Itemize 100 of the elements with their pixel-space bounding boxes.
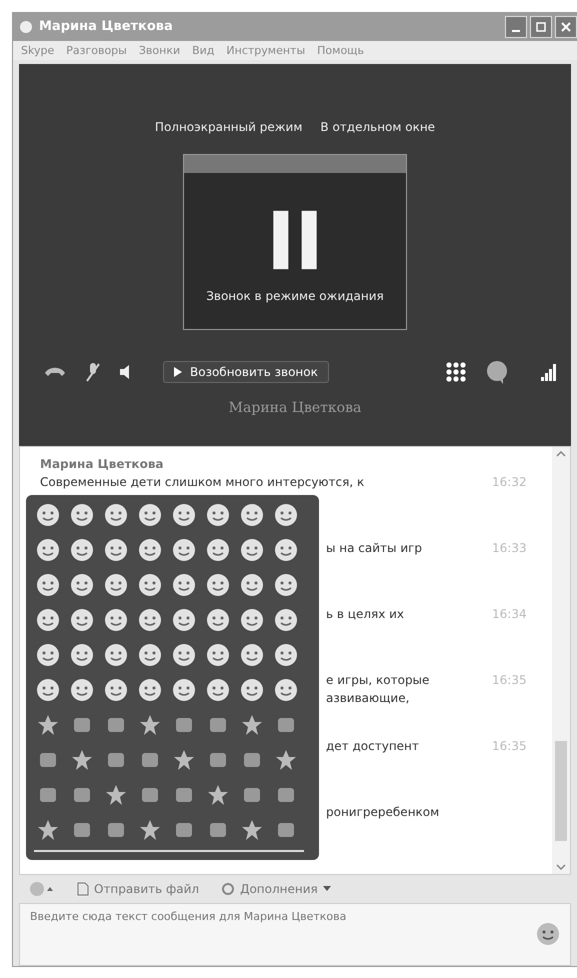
smiley-icon[interactable]: [104, 678, 128, 702]
message-time: 16:35: [492, 739, 528, 753]
smiley-icon[interactable]: [172, 503, 196, 527]
emoticon-menu-button[interactable]: [29, 880, 55, 897]
star-icon[interactable]: [240, 818, 264, 842]
star-icon[interactable]: [206, 783, 230, 807]
play-icon: [174, 367, 182, 378]
caret-icon: [322, 886, 331, 892]
smiley-icon[interactable]: [138, 573, 162, 597]
smiley-icon[interactable]: [206, 643, 230, 667]
smiley-icon[interactable]: [138, 503, 162, 527]
scroll-down-icon[interactable]: [556, 864, 566, 870]
smiley-icon[interactable]: [104, 643, 128, 667]
smiley-icon[interactable]: [172, 538, 196, 562]
smiley-icon[interactable]: [70, 608, 94, 632]
smiley-icon[interactable]: [274, 678, 298, 702]
smiley-icon[interactable]: [274, 538, 298, 562]
smiley-icon[interactable]: [138, 538, 162, 562]
smiley-icon[interactable]: [274, 643, 298, 667]
extras-button[interactable]: Дополнения: [221, 882, 331, 896]
chat-bubble-button[interactable]: [485, 360, 509, 384]
smiley-icon[interactable]: [274, 573, 298, 597]
smiley-icon[interactable]: [172, 678, 196, 702]
smiley-icon[interactable]: [70, 503, 94, 527]
message-time: 16:35: [492, 673, 528, 687]
send-file-button[interactable]: Отправить файл: [77, 882, 200, 896]
smiley-icon[interactable]: [206, 503, 230, 527]
menu-item[interactable]: Разговоры: [66, 44, 127, 58]
resume-call-button[interactable]: Возобновить звонок: [163, 361, 329, 384]
maximize-icon: [536, 22, 546, 32]
star-icon[interactable]: [138, 713, 162, 737]
message-text: Современные дети слишком много интерсуются, к: [40, 475, 366, 489]
menu-item[interactable]: Помощь: [317, 44, 364, 58]
smiley-icon[interactable]: [138, 678, 162, 702]
smiley-icon[interactable]: [36, 678, 60, 702]
star-icon[interactable]: [36, 713, 60, 737]
smiley-icon[interactable]: [138, 608, 162, 632]
menu-item[interactable]: Звонки: [138, 44, 180, 58]
smiley-icon[interactable]: [36, 503, 60, 527]
star-icon[interactable]: [138, 818, 162, 842]
smiley-icon[interactable]: [36, 643, 60, 667]
minimize-button[interactable]: [505, 16, 527, 38]
smiley-icon[interactable]: [70, 538, 94, 562]
smiley-icon[interactable]: [70, 678, 94, 702]
smiley-icon[interactable]: [104, 573, 128, 597]
message-text: дет доступент: [326, 739, 420, 753]
contact-name: Марина Цветкова: [228, 400, 362, 416]
star-icon[interactable]: [104, 783, 128, 807]
smiley-icon[interactable]: [36, 573, 60, 597]
smiley-icon[interactable]: [274, 503, 298, 527]
smiley-icon[interactable]: [274, 608, 298, 632]
message-time: 16:32: [492, 475, 528, 489]
menu-item[interactable]: Вид: [192, 44, 214, 58]
smiley-icon[interactable]: [104, 608, 128, 632]
dialpad-button[interactable]: [445, 361, 467, 384]
app-icon: [19, 20, 33, 34]
chat-bubble-icon: [485, 360, 509, 384]
close-button[interactable]: [555, 16, 577, 38]
smiley-icon[interactable]: [36, 608, 60, 632]
star-icon[interactable]: [36, 818, 60, 842]
emoticon-button[interactable]: [536, 922, 560, 946]
smiley-icon[interactable]: [240, 643, 264, 667]
smiley-icon[interactable]: [240, 608, 264, 632]
smiley-icon[interactable]: [104, 503, 128, 527]
star-icon[interactable]: [274, 748, 298, 772]
message-text: ь в целях их: [326, 607, 406, 621]
smiley-icon[interactable]: [206, 678, 230, 702]
smiley-icon[interactable]: [206, 573, 230, 597]
smiley-icon[interactable]: [206, 538, 230, 562]
message-time: 16:34: [492, 607, 528, 621]
scroll-thumb[interactable]: [555, 740, 567, 841]
smiley-icon[interactable]: [206, 608, 230, 632]
smiley-icon[interactable]: [172, 643, 196, 667]
smiley-icon[interactable]: [240, 503, 264, 527]
close-icon: [561, 22, 571, 32]
menu-item[interactable]: Инструменты: [226, 44, 306, 58]
scroll-up-icon[interactable]: [556, 451, 566, 457]
star-icon[interactable]: [70, 748, 94, 772]
smiley-icon[interactable]: [70, 643, 94, 667]
star-icon[interactable]: [172, 748, 196, 772]
document-icon: [77, 882, 89, 896]
muted-microphone-icon: [85, 362, 101, 382]
view-link[interactable]: В отдельном окне: [320, 120, 436, 134]
menu-item[interactable]: Skype: [21, 44, 54, 58]
minimize-icon: [511, 30, 521, 32]
smiley-icon[interactable]: [240, 573, 264, 597]
smiley-icon[interactable]: [36, 538, 60, 562]
star-icon[interactable]: [240, 713, 264, 737]
mute-button[interactable]: [85, 362, 101, 382]
smiley-icon[interactable]: [138, 643, 162, 667]
smiley-icon[interactable]: [240, 538, 264, 562]
smiley-icon[interactable]: [104, 538, 128, 562]
maximize-button[interactable]: [530, 16, 552, 38]
smiley-icon[interactable]: [172, 608, 196, 632]
smiley-icon[interactable]: [240, 678, 264, 702]
smiley-icon[interactable]: [172, 573, 196, 597]
message-time: 16:33: [492, 541, 528, 555]
smiley-icon[interactable]: [70, 573, 94, 597]
smiley-caret-icon: [29, 880, 55, 897]
view-link[interactable]: Полноэкранный режим: [154, 120, 302, 134]
